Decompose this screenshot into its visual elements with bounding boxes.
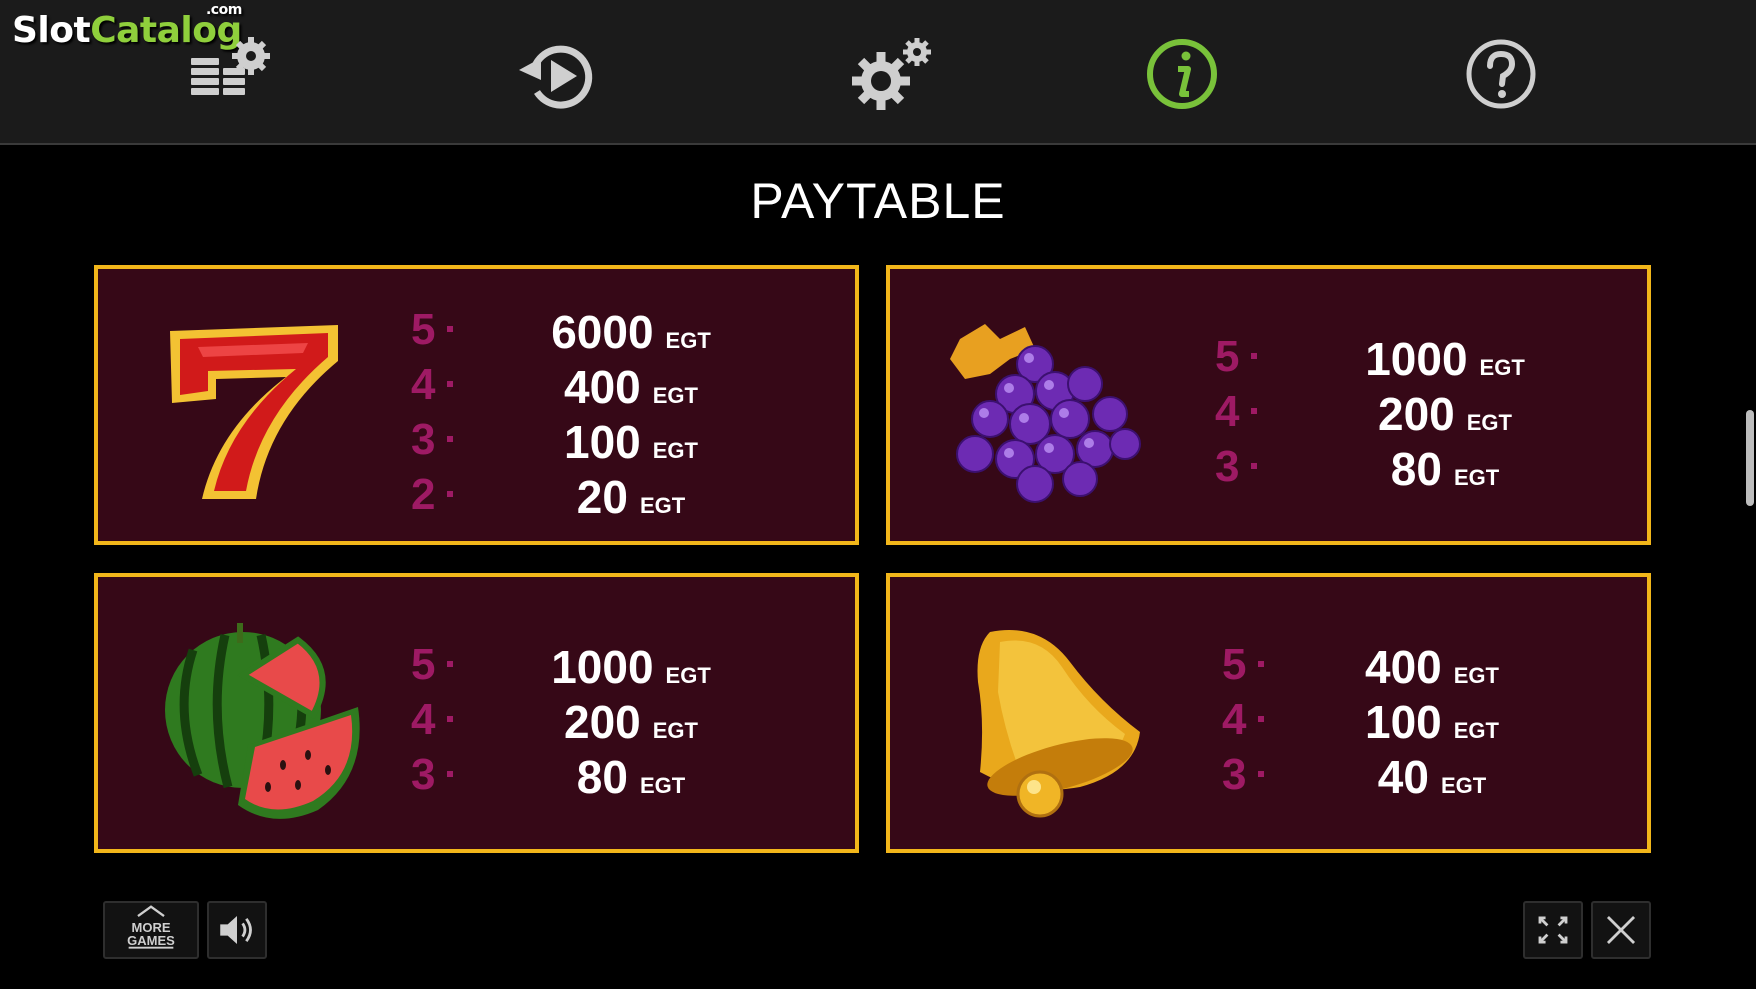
payout-row: 4 400 EGT bbox=[411, 360, 698, 413]
payout-row: 3 100 EGT bbox=[411, 415, 698, 468]
payout-list: 5 6000 EGT 4 400 EGT 3 100 EGT 2 20 EGT bbox=[411, 305, 831, 525]
page-title: PAYTABLE bbox=[750, 173, 1006, 229]
payout-row: 3 80 EGT bbox=[411, 750, 686, 803]
payout-row: 2 20 EGT bbox=[411, 470, 686, 523]
bet-settings-icon[interactable] bbox=[185, 36, 275, 116]
help-icon[interactable] bbox=[1456, 36, 1546, 116]
bell-symbol-icon bbox=[950, 622, 1150, 827]
close-button[interactable] bbox=[1591, 901, 1651, 959]
payout-row: 3 40 EGT bbox=[1222, 750, 1487, 803]
watermelon-symbol-icon bbox=[153, 615, 363, 825]
paytable-panel-grapes: 5 1000 EGT 4 200 EGT 3 80 EGT bbox=[886, 265, 1651, 545]
close-icon bbox=[1606, 915, 1636, 945]
payout-row: 5 6000 EGT bbox=[411, 305, 711, 358]
payout-list: 5 400 EGT 4 100 EGT 3 40 EGT bbox=[1222, 640, 1642, 805]
fullscreen-icon bbox=[1538, 916, 1568, 944]
paytable-panel-bell: 5 400 EGT 4 100 EGT 3 40 EGT bbox=[886, 573, 1651, 853]
payout-row: 5 1000 EGT bbox=[411, 640, 711, 693]
scrollbar[interactable] bbox=[1746, 410, 1754, 506]
settings-icon[interactable] bbox=[845, 36, 935, 116]
sound-button[interactable] bbox=[207, 901, 267, 959]
payout-row: 4 200 EGT bbox=[411, 695, 698, 748]
fullscreen-button[interactable] bbox=[1523, 901, 1583, 959]
payout-row: 5 1000 EGT bbox=[1215, 332, 1525, 385]
grapes-symbol-icon bbox=[930, 319, 1150, 509]
payout-row: 5 400 EGT bbox=[1222, 640, 1499, 693]
payout-list: 5 1000 EGT 4 200 EGT 3 80 EGT bbox=[1215, 332, 1635, 497]
more-games-button[interactable]: MORE GAMES bbox=[103, 901, 199, 959]
paytable-panel-seven: 5 6000 EGT 4 400 EGT 3 100 EGT 2 20 EGT bbox=[94, 265, 859, 545]
sound-icon bbox=[220, 916, 252, 944]
top-toolbar: SlotCatalog .com bbox=[0, 0, 1756, 145]
autoplay-icon[interactable] bbox=[515, 36, 605, 116]
payout-row: 3 80 EGT bbox=[1215, 442, 1500, 495]
paytable-panel-watermelon: 5 1000 EGT 4 200 EGT 3 80 EGT bbox=[94, 573, 859, 853]
payout-row: 4 100 EGT bbox=[1222, 695, 1499, 748]
seven-symbol-icon bbox=[158, 319, 348, 509]
payout-list: 5 1000 EGT 4 200 EGT 3 80 EGT bbox=[411, 640, 831, 805]
info-icon[interactable] bbox=[1137, 36, 1227, 116]
payout-row: 4 200 EGT bbox=[1215, 387, 1512, 440]
